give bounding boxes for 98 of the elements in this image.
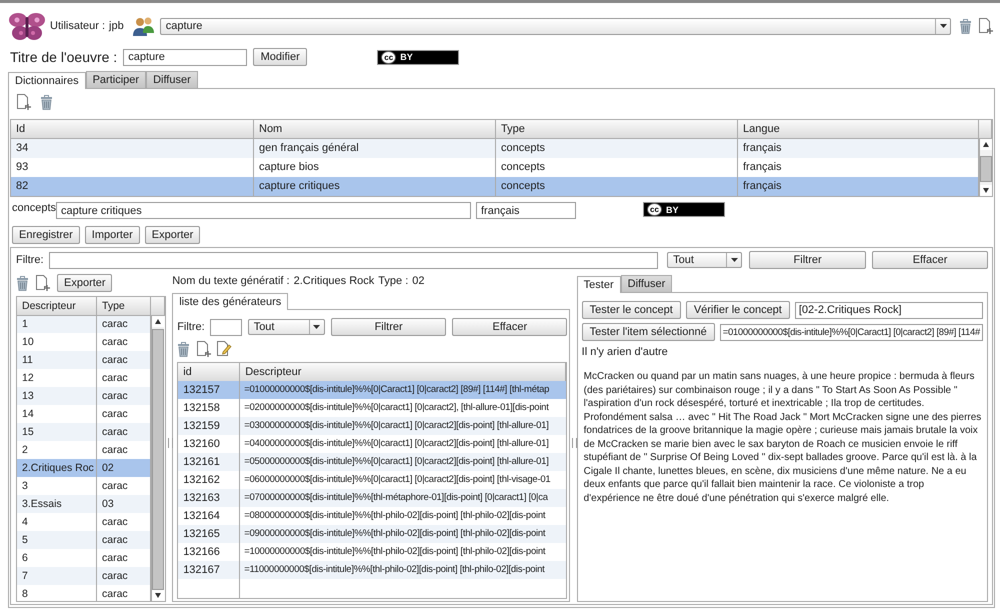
license-badge: cc BY — [377, 50, 460, 64]
caret-icon — [313, 325, 320, 329]
table-row[interactable]: 132165 =09000000000$[dis-intitule]%%[thl-philo-02][dis-point] [thl-philo-02][dis-point — [178, 525, 566, 543]
table-row[interactable]: 132157 =01000000000$[dis-intitule]%%[0|Caract1] [0|caract2] [89#] [114#] [thl-métap — [178, 381, 566, 399]
test-button[interactable]: Tester le concept — [582, 301, 681, 319]
table-row[interactable]: 13 carac — [17, 387, 151, 405]
table-cell: 132167 — [178, 561, 240, 579]
generated-text: McCracken ou quand par un matin sans nuages, à une heure propice : bermuda à fleurs (des pariétaires) sur combinaison rouge ; il y a dans " To Start As Soon As Possible " l'aspiration d'un rock désespéré, torturé et inextricable ; Ila trop de certitudes. Profondément salsa … avec " Hit The Road Jack " Mort McCracken signe une des pierres fondatrices de la groove britannique la magie opère ; curieuse mais jamais brutale la voix de McCracken se marie bien avec le sax baryton de Roach ce musicien envoie le riff stupéfiant de " Surprise Of Being Loved " dix-sept ballades groove. Parce qu'il est là. à la Cigale Il chante, lunettes bleues, en scène, dix musiciens d'une même nature. Ne a eu deux enfants que parce qu'il fallait bien maintenir la race. Ce violoniste a trop d'expérience ne être doué d'une pénétration qui s'exerce malgré elle. — [582, 370, 982, 505]
butterfly-logo — [8, 11, 46, 41]
action-button[interactable]: Importer — [84, 226, 140, 244]
filter-label: Filtre: — [177, 321, 205, 333]
tab[interactable]: Tester — [576, 276, 621, 293]
table-row[interactable]: 3.Essais 03 — [17, 495, 151, 513]
table-cell-text: =08000000000$[dis-intitule]%%[thl-philo-02][dis-point] [thl-philo-02][dis-point — [243, 509, 546, 523]
work-select[interactable]: capture — [160, 18, 951, 34]
filter-label: Filtre: — [16, 254, 44, 266]
tab[interactable]: Diffuser — [620, 275, 672, 292]
table-cell-text: =09000000000$[dis-intitule]%%[thl-philo-02][dis-point] [thl-philo-02][dis-point — [243, 527, 546, 541]
new-document-icon[interactable] — [196, 340, 212, 358]
trash-icon[interactable] — [959, 18, 972, 34]
table-cell-text: =11000000000$[dis-intitule]%%[thl-philo-02][dis-point] [thl-philo-02][dis-point — [243, 563, 546, 577]
test-item-button[interactable]: Tester l'item sélectionné — [582, 323, 715, 341]
table-row[interactable]: 132161 =05000000000$[dis-intitule]%%[0|caract1] [0|caract2][dis-point] [thl-allure-01] — [178, 453, 566, 471]
user-name: jpb — [109, 20, 124, 32]
export-button[interactable]: Exporter — [57, 274, 112, 292]
action-button[interactable]: Enregistrer — [12, 226, 80, 244]
table-cell: 8 — [17, 585, 97, 601]
table-cell-text: =07000000000$[dis-intitule]%%[thl-métaphore-01][dis-point] [0|caract1] [0|ca — [243, 491, 549, 505]
table-cell-text: =05000000000$[dis-intitule]%%[0|caract1] [0|caract2][dis-point] [thl-allure-01] — [243, 455, 550, 469]
table-cell: capture critiques — [254, 177, 496, 196]
table-cell-text: =03000000000$[dis-intitule]%%[0|caract1] [0|caract2][dis-point] [thl-allure-01] — [243, 419, 550, 433]
table-cell-text: =04000000000$[dis-intitule]%%[0|caract1] [0|caract2][dis-point] [thl-allure-01] — [243, 437, 550, 451]
tab[interactable]: Participer — [86, 71, 146, 88]
tab[interactable]: Diffuser — [146, 71, 198, 88]
table-cell: 82 — [11, 177, 254, 196]
filter-button[interactable]: Filtrer — [330, 318, 446, 336]
user-label: Utilisateur : — [50, 20, 106, 32]
test-button[interactable]: Vérifier le concept — [686, 301, 790, 319]
clear-button[interactable]: Effacer — [452, 318, 568, 336]
filter-input[interactable] — [210, 318, 242, 336]
scrollbar[interactable] — [150, 316, 164, 601]
type-label: Type : — [378, 275, 408, 289]
table-cell: concepts — [496, 177, 738, 196]
column-header[interactable]: Nom — [254, 120, 496, 139]
column-header[interactable]: Descripteur — [17, 297, 97, 316]
table-row[interactable]: 7 carac — [17, 567, 151, 585]
license-badge: cc BY — [643, 202, 725, 217]
title-input[interactable]: capture — [123, 48, 248, 66]
language-input[interactable]: français — [476, 202, 576, 219]
filter-input[interactable] — [48, 252, 658, 268]
table-cell-text: =10000000000$[dis-intitule]%%[thl-philo-02][dis-point] [thl-philo-02][dis-point — [243, 545, 546, 559]
filter-select[interactable]: Tout — [667, 252, 742, 268]
table-cell-text: =06000000000$[dis-intitule]%%[0|caract1] [0|caract2][dis-point] [thl-visage-01 — [243, 473, 552, 487]
trash-icon[interactable] — [16, 276, 29, 290]
trash-icon[interactable] — [40, 94, 53, 110]
concept-field[interactable]: [02-2.Critiques Rock] — [794, 302, 983, 318]
table-row[interactable]: 2.Critiques Roc 02 — [17, 459, 151, 477]
column-header[interactable]: id — [178, 363, 240, 382]
column-header[interactable]: Type — [496, 120, 738, 139]
clear-button[interactable]: Effacer — [872, 251, 988, 269]
new-document-icon[interactable] — [35, 274, 51, 292]
title-label: Titre de l'oeuvre : — [10, 49, 118, 65]
item-field[interactable]: =01000000000$[dis-intitule]%%[0|Caract1] [0|caract2] [89#] [114# — [720, 324, 983, 340]
filter-button[interactable]: Filtrer — [749, 251, 866, 269]
table-row[interactable]: 1 carac — [17, 315, 151, 333]
filter-select[interactable]: Tout — [248, 319, 325, 335]
generator-name: 2.Critiques Rock — [294, 275, 374, 289]
tab[interactable]: liste des générateurs — [172, 293, 288, 310]
action-button[interactable]: Exporter — [144, 226, 200, 244]
table-row[interactable]: 11 carac — [17, 351, 151, 369]
scrollbar[interactable] — [979, 139, 992, 196]
table-row[interactable]: 15 carac — [17, 423, 151, 441]
name-label: Nom du texte génératif : — [172, 275, 290, 289]
caret-icon — [940, 24, 946, 28]
table-row[interactable]: 34 gen français général concepts français — [11, 139, 979, 158]
modify-button[interactable]: Modifier — [253, 48, 308, 66]
name-input[interactable]: capture critiques — [56, 202, 471, 219]
type-value: 02 — [412, 275, 425, 289]
column-header[interactable]: Descripteur — [240, 363, 566, 382]
edit-document-icon[interactable] — [216, 341, 232, 357]
column-header[interactable]: Id — [11, 120, 254, 139]
trash-icon[interactable] — [177, 342, 190, 356]
table-row[interactable]: 132163 =07000000000$[dis-intitule]%%[thl-métaphore-01][dis-point] [0|caract1] [0|ca — [178, 489, 566, 507]
column-header[interactable]: Langue — [738, 120, 979, 139]
table-cell-text: =02000000000$[dis-intitule]%%[0|caract1] [0|caract2], [thl-allure-01][dis-point — [243, 401, 550, 415]
users-icon[interactable] — [132, 15, 156, 37]
table-cell-text: =01000000000$[dis-intitule]%%[0|Caract1] [0|caract2] [89#] [114#] [thl-métap — [243, 383, 550, 397]
table-row[interactable]: 132159 =03000000000$[dis-intitule]%%[0|caract1] [0|caract2][dis-point] [thl-allure-01] — [178, 417, 566, 435]
column-header[interactable]: Type — [97, 297, 151, 316]
tab[interactable]: Dictionnaires — [8, 72, 86, 89]
table-row[interactable]: 5 carac — [17, 531, 151, 549]
caret-icon — [730, 258, 738, 262]
status-message: Il n'y arien d'autre — [582, 346, 669, 358]
table-row[interactable]: 82 capture critiques concepts français — [11, 177, 979, 196]
new-document-icon[interactable] — [978, 18, 994, 34]
type-label: concepts — [12, 202, 56, 214]
new-document-icon[interactable] — [16, 94, 32, 110]
table-row[interactable]: 132167 =11000000000$[dis-intitule]%%[thl-philo-02][dis-point] [thl-philo-02][dis-point — [178, 561, 566, 579]
